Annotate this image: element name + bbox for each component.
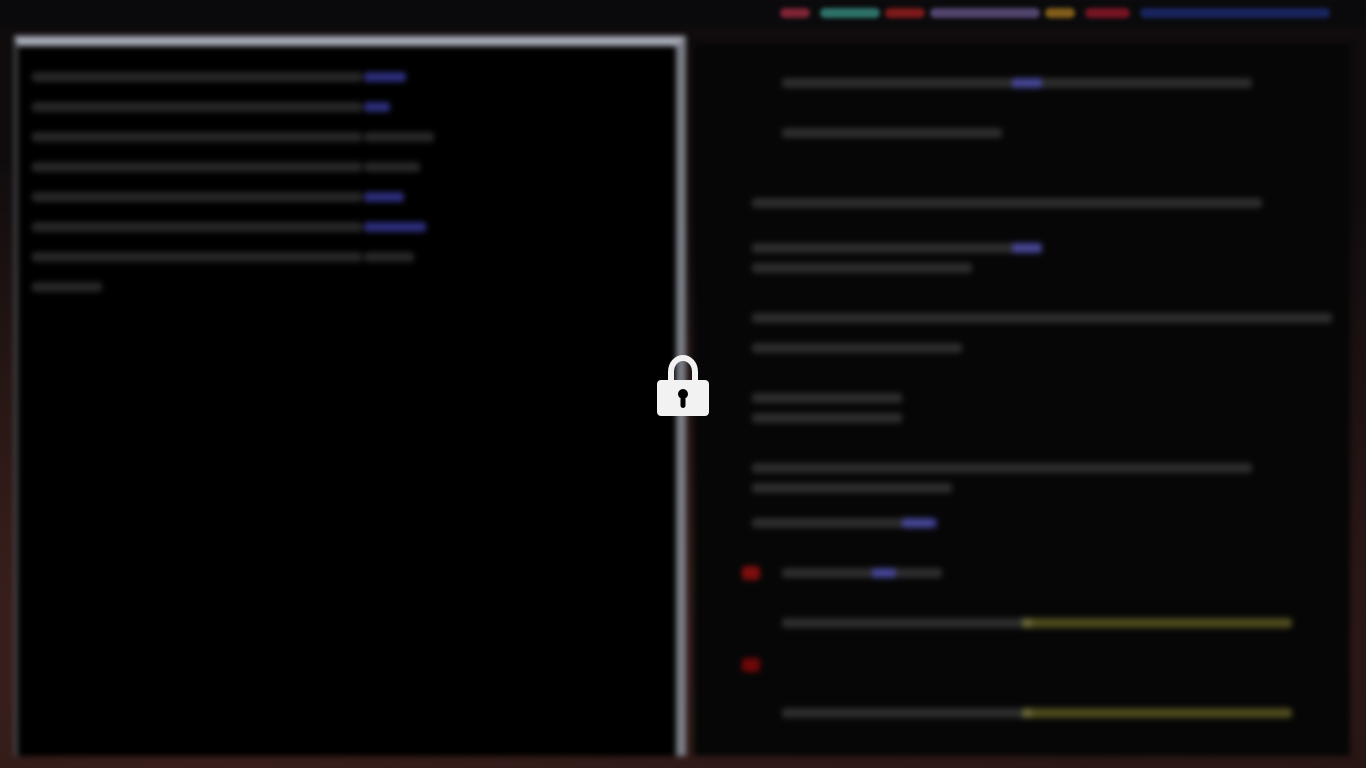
terminal-line: [32, 132, 362, 142]
terminal-line: [32, 102, 362, 112]
lock-icon: [657, 354, 709, 416]
terminal-line: [32, 162, 362, 172]
code-line: [752, 393, 902, 403]
top-bar-blurred: [0, 0, 1366, 26]
editor-window-blurred: [694, 44, 1350, 756]
code-line: [782, 618, 1032, 628]
terminal-line: [364, 132, 434, 142]
code-warning: [1022, 618, 1292, 628]
code-line: [752, 313, 1332, 323]
code-line: [752, 263, 972, 273]
code-warning: [1022, 708, 1292, 718]
error-marker: [742, 566, 760, 580]
top-bar-blob: [885, 8, 925, 18]
terminal-highlight: [364, 192, 404, 202]
code-highlight: [1012, 243, 1042, 253]
code-highlight: [902, 518, 937, 528]
code-highlight: [1012, 78, 1042, 88]
code-line: [752, 343, 962, 353]
top-bar-blob: [1085, 8, 1130, 18]
terminal-line: [32, 252, 362, 262]
editor-content-blurred: [742, 68, 1342, 748]
terminal-line: [32, 192, 362, 202]
top-bar-blob: [1140, 8, 1330, 18]
terminal-line: [364, 252, 414, 262]
terminal-window-blurred: [14, 36, 686, 756]
code-line: [752, 243, 1042, 253]
terminal-prompt: [32, 282, 102, 292]
lock-screen: [0, 0, 1366, 768]
error-marker: [742, 658, 760, 672]
terminal-highlight: [364, 222, 426, 232]
code-highlight: [872, 568, 896, 578]
code-line: [782, 568, 942, 578]
top-bar-blob: [780, 8, 810, 18]
terminal-line: [32, 222, 362, 232]
code-line: [782, 708, 1032, 718]
code-line: [752, 413, 902, 423]
code-line: [752, 198, 1262, 208]
terminal-line: [364, 162, 420, 172]
top-bar-blob: [930, 8, 1040, 18]
code-line: [782, 128, 1002, 138]
terminal-line: [32, 72, 362, 82]
terminal-highlight: [364, 102, 390, 112]
code-line: [752, 463, 1252, 473]
code-line: [752, 483, 952, 493]
top-bar-blob: [820, 8, 880, 18]
terminal-content-blurred: [32, 62, 442, 312]
terminal-highlight: [364, 72, 406, 82]
top-bar-blob: [1045, 8, 1075, 18]
